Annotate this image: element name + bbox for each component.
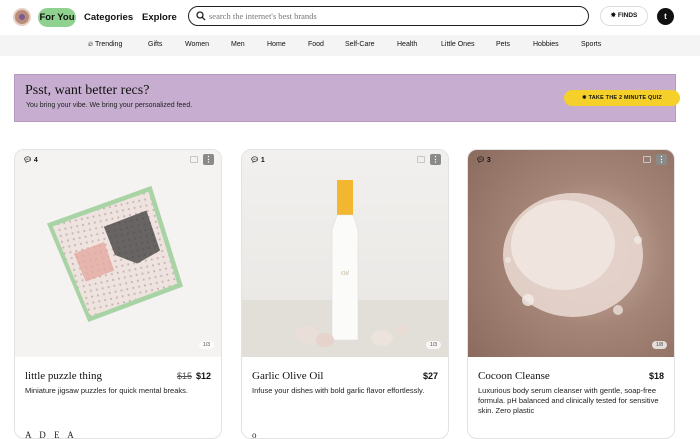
more-options-icon[interactable]: ⋮	[203, 154, 214, 165]
product-price: $15 $12	[177, 371, 211, 381]
comment-count[interactable]: 💬︎ 1	[250, 156, 265, 165]
category-item-sports[interactable]: Sports	[581, 41, 601, 48]
product-title[interactable]: Garlic Olive Oil	[252, 370, 323, 382]
search-input[interactable]	[209, 9, 579, 23]
sale-price: $12	[195, 371, 211, 381]
category-item-gifts[interactable]: Gifts	[148, 41, 162, 48]
category-item-health[interactable]: Health	[397, 41, 417, 48]
more-options-icon[interactable]: ⋮	[656, 154, 667, 165]
category-item-pets[interactable]: Pets	[496, 41, 510, 48]
cleanser-foam-image	[503, 193, 643, 317]
search-bar[interactable]	[188, 6, 589, 26]
card-actions: ⋮	[643, 154, 667, 165]
category-item-little-ones[interactable]: Little Ones	[441, 41, 474, 48]
puzzle-image	[46, 185, 184, 323]
product-image[interactable]	[468, 150, 674, 357]
product-card[interactable]: Oil 💬︎ 1 ⋮ 1/3 Garlic Olive Oil $27 Infu…	[241, 149, 449, 439]
comment-icon: 💬︎	[23, 157, 32, 164]
product-description: Luxurious body serum cleanser with gentl…	[478, 386, 659, 415]
chat-icon[interactable]	[190, 156, 198, 163]
card-actions: ⋮	[190, 154, 214, 165]
take-quiz-button[interactable]: ✸ TAKE THE 2 MINUTE QUIZ	[564, 90, 680, 106]
image-pager: 1/3	[199, 341, 214, 349]
fire-icon: 🔥︎	[88, 41, 94, 48]
comment-count[interactable]: 💬︎ 3	[476, 156, 491, 165]
tab-for-you[interactable]: For You	[38, 8, 76, 27]
category-item-women[interactable]: Women	[185, 41, 209, 48]
product-description: Infuse your dishes with bold garlic flav…	[252, 386, 425, 395]
product-card[interactable]: 💬︎ 4 ⋮ 1/3 little puzzle thing $15 $12 Mi…	[14, 149, 222, 439]
product-title[interactable]: little puzzle thing	[25, 370, 102, 382]
product-description: Miniature jigsaw puzzles for quick menta…	[25, 386, 188, 395]
search-icon	[196, 11, 206, 21]
chat-icon[interactable]	[643, 156, 651, 163]
product-brand-text: o	[252, 430, 260, 439]
product-image[interactable]	[15, 150, 221, 357]
card-actions: ⋮	[417, 154, 441, 165]
banner-title: Psst, want better recs?	[25, 83, 150, 98]
top-navigation-bar: For You Categories Explore ✸ FINDS t	[0, 0, 700, 35]
category-item-men[interactable]: Men	[231, 41, 245, 48]
comment-count[interactable]: 💬︎ 4	[23, 156, 38, 165]
product-title[interactable]: Cocoon Cleanse	[478, 370, 550, 382]
product-price: $18	[648, 371, 664, 381]
comment-icon: 💬︎	[476, 157, 485, 164]
finds-button[interactable]: ✸ FINDS	[600, 6, 648, 26]
flower-logo-icon[interactable]	[13, 8, 31, 26]
category-item-trending[interactable]: 🔥︎ Trending	[88, 41, 122, 49]
category-item-hobbies[interactable]: Hobbies	[533, 41, 559, 48]
sparkle-icon: ✸	[610, 12, 617, 19]
tab-explore[interactable]: Explore	[142, 8, 177, 27]
chat-icon[interactable]	[417, 156, 425, 163]
sparkle-icon: ✸	[582, 95, 587, 101]
olive-oil-bottle-image: Oil	[242, 180, 448, 357]
product-price: $27	[422, 371, 438, 381]
svg-text:Oil: Oil	[341, 271, 349, 277]
category-bar: 🔥︎ Trending Gifts Women Men Home Food Se…	[0, 35, 700, 56]
banner-subtitle: You bring your vibe. We bring your perso…	[26, 102, 193, 109]
product-brand-text: A D E A	[25, 430, 77, 439]
finds-label: FINDS	[617, 12, 638, 19]
image-pager: 1/3	[426, 341, 441, 349]
more-options-icon[interactable]: ⋮	[430, 154, 441, 165]
original-price: $15	[176, 371, 192, 381]
category-item-home[interactable]: Home	[267, 41, 286, 48]
product-card[interactable]: 💬︎ 3 ⋮ 1/8 Cocoon Cleanse $18 Luxurious …	[467, 149, 675, 439]
comment-icon: 💬︎	[250, 157, 259, 164]
personalization-banner: Psst, want better recs? You bring your v…	[14, 74, 680, 122]
tab-categories[interactable]: Categories	[84, 8, 133, 27]
avatar[interactable]: t	[657, 8, 674, 25]
category-item-self-care[interactable]: Self-Care	[345, 41, 375, 48]
image-pager: 1/8	[652, 341, 667, 349]
product-image[interactable]: Oil	[242, 150, 448, 357]
category-item-food[interactable]: Food	[308, 41, 324, 48]
